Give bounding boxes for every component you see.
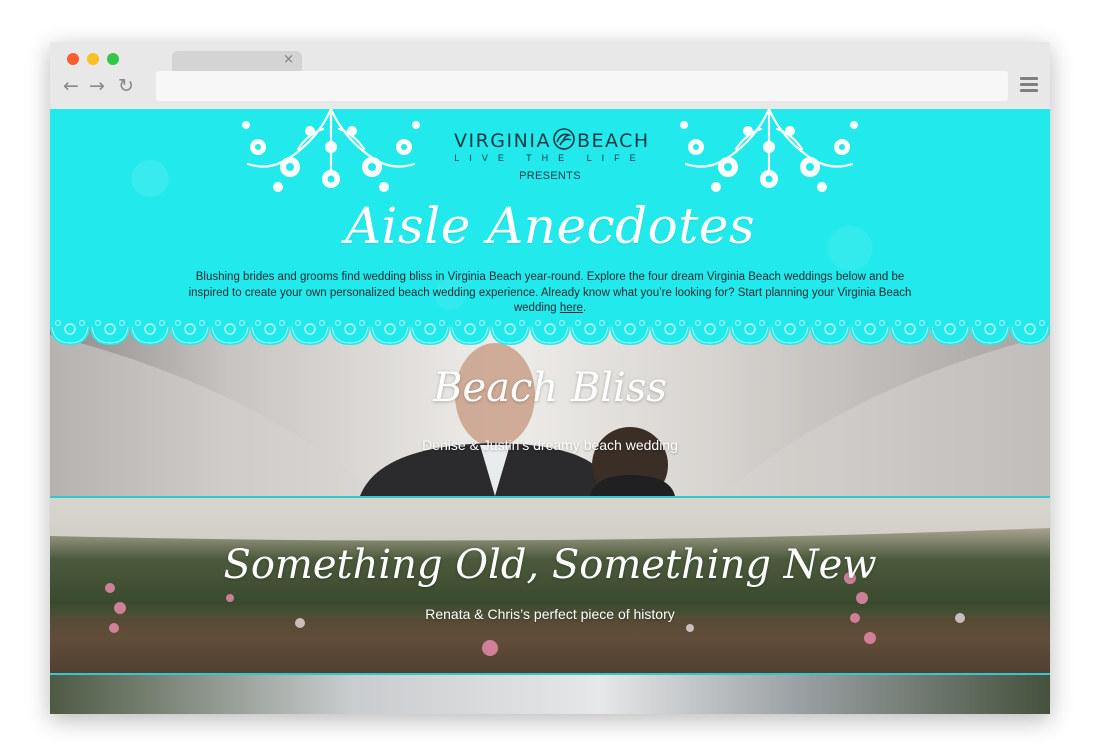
story-title: Something Old, Something New bbox=[223, 542, 877, 588]
wave-icon bbox=[553, 128, 575, 150]
maximize-window-button[interactable] bbox=[107, 53, 119, 65]
plan-wedding-link[interactable]: here bbox=[560, 302, 583, 314]
browser-tab[interactable]: × bbox=[172, 51, 302, 71]
hamburger-menu-icon[interactable] bbox=[1020, 77, 1038, 93]
minimize-window-button[interactable] bbox=[87, 53, 99, 65]
lace-border bbox=[50, 315, 1050, 355]
story-card-something-old[interactable]: Something Old, Something New Renata & Ch… bbox=[50, 498, 1050, 673]
address-bar[interactable] bbox=[156, 71, 1008, 101]
close-window-button[interactable] bbox=[67, 53, 79, 65]
back-arrow-icon[interactable]: ← bbox=[63, 75, 79, 97]
browser-toolbar: × ← → ↻ bbox=[50, 42, 1050, 110]
story-title: Beach Bliss bbox=[433, 365, 667, 411]
logo-tagline: LIVE THE LIFE bbox=[454, 153, 646, 163]
reload-icon[interactable]: ↻ bbox=[118, 75, 134, 97]
intro-end: . bbox=[582, 302, 587, 314]
hero-section: VIRGINIA BEACH LIVE THE LIFE PRESENTS Ais… bbox=[50, 109, 1050, 341]
virginia-beach-logo[interactable]: VIRGINIA BEACH LIVE THE LIFE bbox=[454, 127, 648, 163]
floral-ornament-left bbox=[242, 109, 420, 192]
page-content: VIRGINIA BEACH LIVE THE LIFE PRESENTS Ais… bbox=[50, 109, 1050, 714]
page-title: Aisle Anecdotes bbox=[344, 197, 756, 255]
section-divider bbox=[50, 496, 1050, 498]
logo-word-left: VIRGINIA bbox=[454, 130, 551, 152]
tab-close-icon[interactable]: × bbox=[283, 52, 294, 67]
forward-arrow-icon[interactable]: → bbox=[89, 75, 105, 97]
floral-ornament-right bbox=[680, 109, 858, 192]
logo-word-right: BEACH bbox=[576, 130, 650, 152]
section-divider bbox=[50, 673, 1050, 675]
browser-window: × ← → ↻ VIRGINIA BEACH LIVE THE LIFE PRE… bbox=[50, 42, 1050, 714]
intro-paragraph: Blushing brides and grooms find wedding … bbox=[178, 270, 922, 317]
story-subtitle: Renata & Chris’s perfect piece of histor… bbox=[425, 606, 675, 622]
presents-label: PRESENTS bbox=[519, 170, 581, 182]
story-subtitle: Denise & Justin’s dreamy beach wedding bbox=[422, 437, 678, 453]
story-card-partial[interactable] bbox=[50, 675, 1050, 714]
intro-text: Blushing brides and grooms find wedding … bbox=[188, 271, 912, 314]
